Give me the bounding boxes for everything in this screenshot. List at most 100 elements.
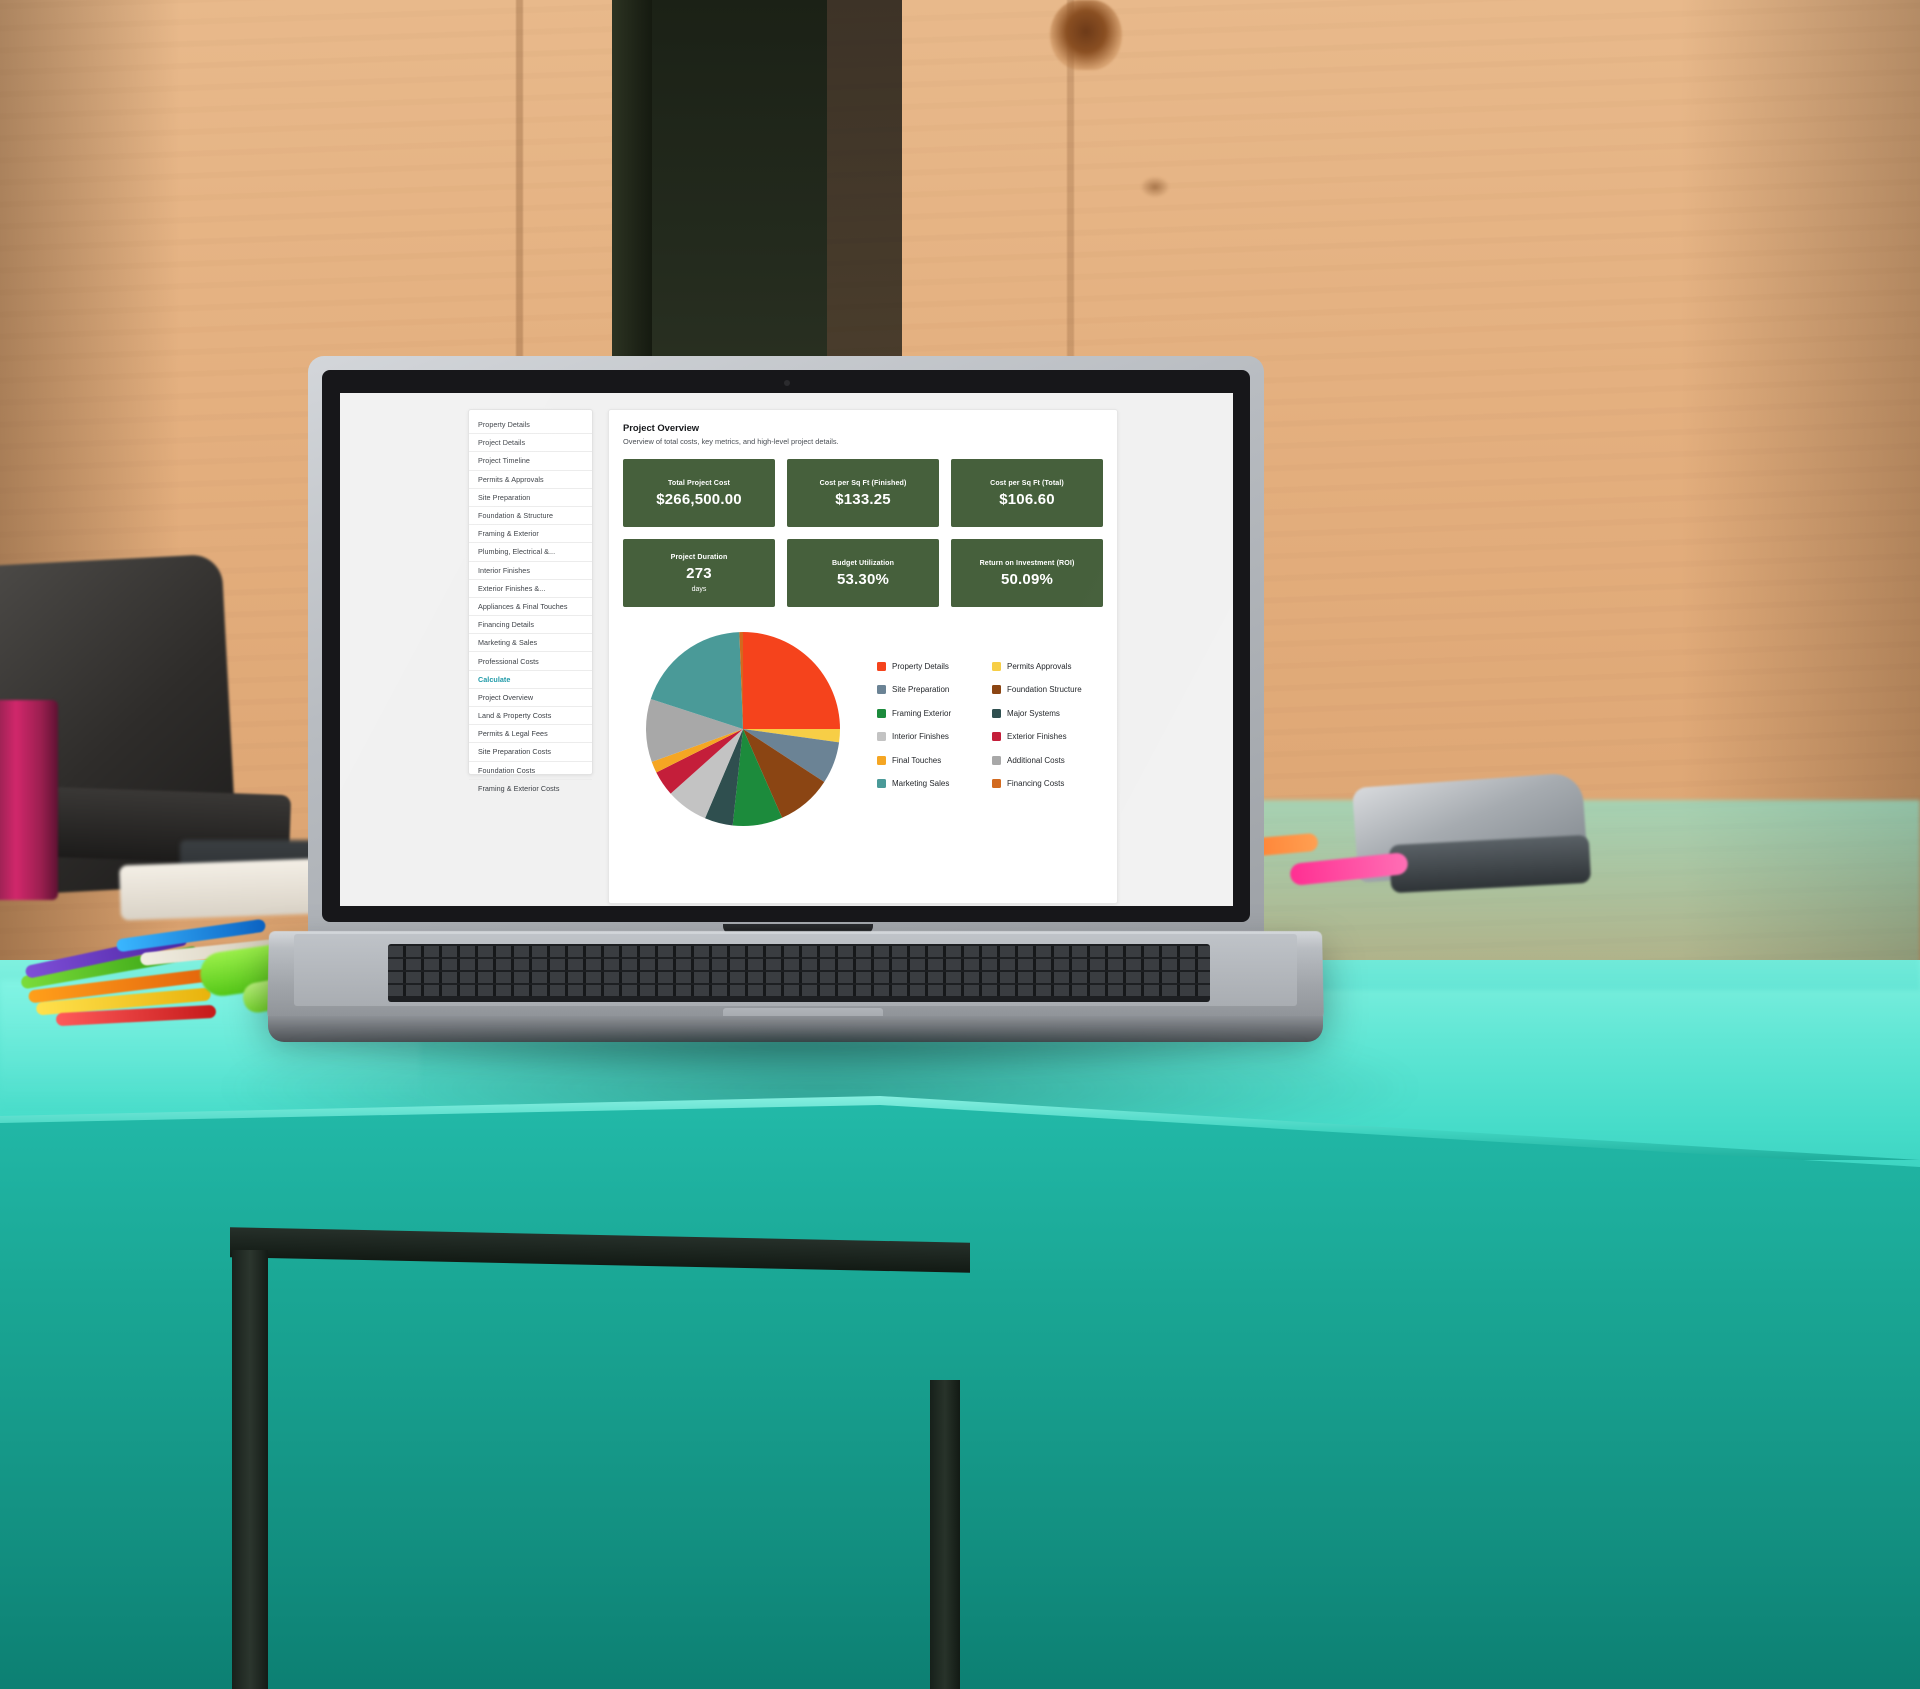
sidebar-item-framing-exterior[interactable]: Framing & Exterior: [469, 525, 592, 544]
sidebar-item-interior-finishes[interactable]: Interior Finishes: [469, 562, 592, 580]
metric-cards-row-2: Project Duration 273 days Budget Utilizatio…: [623, 539, 1103, 607]
legend-item-additional-costs[interactable]: Additional Costs: [992, 755, 1103, 765]
legend-label: Property Details: [892, 661, 949, 671]
keyboard[interactable]: [388, 944, 1210, 1002]
sidebar-item-permits-legal-fees[interactable]: Permits & Legal Fees: [469, 725, 592, 744]
metric-card-total-project-cost: Total Project Cost $266,500.00: [623, 459, 775, 527]
legend-swatch-icon: [992, 732, 1001, 742]
page-title: Project Overview: [623, 422, 700, 433]
legend-item-marketing-sales[interactable]: Marketing Sales: [877, 779, 988, 789]
legend-item-site-preparation[interactable]: Site Preparation: [877, 685, 988, 695]
legend-label: Additional Costs: [1007, 755, 1065, 765]
sidebar-item-financing-details[interactable]: Financing Details: [469, 616, 592, 635]
sidebar-item-professional-costs[interactable]: Professional Costs: [469, 652, 592, 671]
pie-chart-wrapper: [623, 629, 863, 829]
sidebar-item-marketing-sales[interactable]: Marketing & Sales: [469, 634, 592, 653]
legend-item-financing-costs[interactable]: Financing Costs: [992, 779, 1103, 789]
legend-label: Final Touches: [892, 755, 942, 765]
legend-item-major-systems[interactable]: Major Systems: [992, 708, 1103, 718]
metric-card-budget-utilization: Budget Utilization 53.30%: [787, 539, 939, 607]
page-subtitle: Overview of total costs, key metrics, an…: [623, 437, 839, 446]
legend-swatch-icon: [877, 732, 886, 742]
legend-item-permits-approvals[interactable]: Permits Approvals: [992, 661, 1103, 671]
sidebar-item-site-preparation[interactable]: Site Preparation: [469, 489, 592, 507]
legend-item-foundation-structure[interactable]: Foundation Structure: [992, 685, 1103, 695]
sidebar-item-framing-exterior-costs[interactable]: Framing & Exterior Costs: [469, 780, 592, 797]
legend-item-final-touches[interactable]: Final Touches: [877, 755, 988, 765]
metric-card-label: Cost per Sq Ft (Total): [990, 478, 1064, 487]
metric-card-value: 53.30%: [836, 570, 890, 588]
legend-swatch-icon: [877, 685, 886, 695]
sidebar-item-site-preparation-costs[interactable]: Site Preparation Costs: [469, 743, 592, 762]
legend-swatch-icon: [992, 685, 1001, 695]
legend-label: Financing Costs: [1007, 779, 1065, 789]
desk-leg-left: [232, 1250, 268, 1689]
chart-legend: Property Details Permits Approvals Site Pr…: [863, 661, 1103, 797]
legend-swatch-icon: [992, 779, 1001, 789]
laptop: Property Details Project Details Project T…: [258, 356, 1338, 1080]
legend-item-interior-finishes[interactable]: Interior Finishes: [877, 732, 988, 742]
legend-label: Site Preparation: [892, 685, 950, 695]
sidebar-item-appliances-final-touches[interactable]: Appliances & Final Touches: [469, 598, 592, 617]
sidebar-item-land-property-costs[interactable]: Land & Property Costs: [469, 707, 592, 726]
pie-slice-property-details[interactable]: [743, 632, 840, 729]
wood-knot-small-icon: [1140, 176, 1170, 198]
metric-card-project-duration: Project Duration 273 days: [623, 539, 775, 607]
legend-item-framing-exterior[interactable]: Framing Exterior: [877, 708, 988, 718]
laptop-base-shadow: [258, 1036, 1338, 1080]
app-window: Property Details Project Details Project T…: [340, 393, 1233, 906]
pencil-cup: [0, 700, 58, 900]
legend-swatch-icon: [877, 755, 886, 765]
metric-cards-row-1: Total Project Cost $266,500.00 Cost per Sq…: [623, 459, 1103, 527]
sidebar-item-project-timeline[interactable]: Project Timeline: [469, 452, 592, 471]
legend-label: Interior Finishes: [892, 732, 949, 742]
metric-card-cost-per-sq-ft-total: Cost per Sq Ft (Total) $106.60: [951, 459, 1103, 527]
legend-swatch-icon: [992, 708, 1001, 718]
sidebar-item-exterior-finishes[interactable]: Exterior Finishes &...: [469, 580, 592, 598]
wood-knot-icon: [1050, 0, 1122, 70]
metric-card-unit: days: [691, 586, 707, 593]
legend-swatch-icon: [992, 661, 1001, 671]
metric-card-label: Budget Utilization: [831, 558, 895, 567]
desk-leg-center: [930, 1380, 960, 1689]
metric-card-value: 273: [686, 565, 712, 582]
metric-card-label: Cost per Sq Ft (Finished): [819, 478, 907, 487]
sidebar-item-project-details[interactable]: Project Details: [469, 434, 592, 453]
sidebar-nav[interactable]: Property Details Project Details Project T…: [468, 409, 593, 793]
laptop-screen: Property Details Project Details Project T…: [340, 393, 1233, 906]
webcam-icon: [784, 380, 790, 386]
sidebar-item-plumbing-electrical[interactable]: Plumbing, Electrical &...: [469, 543, 592, 562]
desk-front-face: [0, 1105, 1920, 1689]
legend-label: Permits Approvals: [1007, 661, 1072, 671]
sidebar-item-property-details[interactable]: Property Details: [469, 416, 592, 435]
chart-section: Property Details Permits Approvals Site Pr…: [623, 629, 1103, 829]
legend-label: Major Systems: [1007, 708, 1060, 718]
legend-item-property-details[interactable]: Property Details: [877, 661, 988, 671]
main-panel: Project Overview Overview of total costs…: [608, 409, 1118, 904]
sidebar-item-project-overview[interactable]: Project Overview: [469, 689, 592, 707]
sidebar-item-foundation-costs[interactable]: Foundation Costs: [469, 762, 592, 780]
metric-card-value: 50.09%: [1000, 570, 1054, 588]
pie-chart[interactable]: [643, 629, 843, 829]
legend-swatch-icon: [992, 755, 1001, 765]
sidebar-item-permits-approvals[interactable]: Permits & Approvals: [469, 471, 592, 489]
metric-card-value: $106.60: [999, 490, 1055, 508]
metric-card-label: Total Project Cost: [668, 478, 730, 487]
metric-card-label: Return on Investment (ROI): [979, 558, 1075, 567]
legend-swatch-icon: [877, 708, 886, 718]
metric-card-cost-per-sq-ft-finished: Cost per Sq Ft (Finished) $133.25: [787, 459, 939, 527]
photo-scene: Property Details Project Details Project T…: [0, 0, 1920, 1689]
legend-label: Exterior Finishes: [1007, 732, 1067, 742]
legend-swatch-icon: [877, 661, 886, 671]
metric-card-return-on-investment-roi: Return on Investment (ROI) 50.09%: [951, 539, 1103, 607]
legend-label: Framing Exterior: [892, 708, 952, 718]
legend-label: Foundation Structure: [1007, 685, 1082, 695]
metric-card-value: $266,500.00: [656, 490, 742, 508]
sidebar-item-calculate[interactable]: Calculate: [469, 671, 592, 689]
metric-card-label: Project Duration: [670, 553, 728, 561]
metric-card-value: $133.25: [835, 490, 891, 508]
sidebar-item-foundation-structure[interactable]: Foundation & Structure: [469, 507, 592, 526]
legend-item-exterior-finishes[interactable]: Exterior Finishes: [992, 732, 1103, 742]
legend-swatch-icon: [877, 779, 886, 789]
legend-label: Marketing Sales: [892, 779, 950, 789]
